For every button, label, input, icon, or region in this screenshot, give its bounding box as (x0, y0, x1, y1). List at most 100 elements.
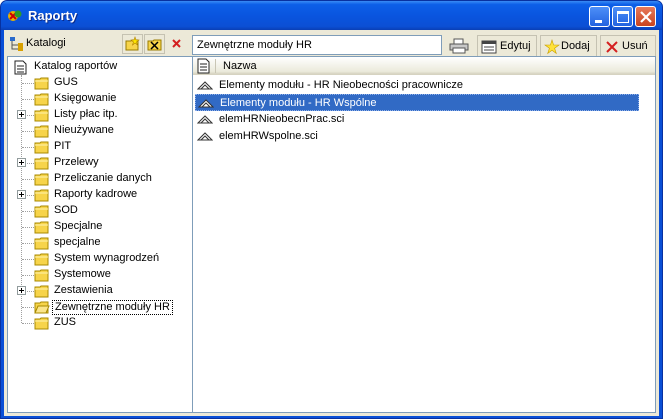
tree-item-label: Przeliczanie danych (54, 172, 152, 184)
tree-item-label: SOD (54, 204, 78, 216)
new-folder-icon (125, 36, 140, 51)
catalog-title: Katalogi (26, 37, 66, 49)
tree-item[interactable]: Zestawienia (8, 283, 188, 299)
folder-icon (34, 204, 50, 218)
tree-item-label: System wynagrodzeń (54, 252, 160, 264)
printer-icon (449, 38, 469, 54)
folder-icon (34, 188, 50, 202)
expand-icon[interactable] (17, 190, 26, 199)
tree-item-label: ZUS (54, 316, 76, 328)
title-bar[interactable]: Raporty (1, 1, 662, 30)
tree-item-label: GUS (54, 76, 78, 88)
edit-icon (481, 40, 497, 54)
folder-icon (34, 92, 50, 106)
delete-icon (606, 41, 618, 53)
catalog-tree[interactable]: Katalog raportów GUS Księgowanie Listy płac… (7, 56, 193, 413)
folder-icon (34, 284, 50, 298)
tree-item[interactable]: Systemowe (8, 267, 188, 283)
expand-icon[interactable] (17, 158, 26, 167)
tree-item-label: Specjalne (54, 220, 103, 232)
tree-item-label: Listy płac itp. (54, 108, 118, 120)
edit-label: Edytuj (500, 40, 531, 52)
tree-item[interactable]: Przelewy (8, 155, 188, 171)
column-separator (215, 59, 216, 73)
tree-item[interactable]: Nieużywane (8, 123, 188, 139)
tree-item[interactable]: Raporty kadrowe (8, 187, 188, 203)
expand-icon[interactable] (17, 110, 26, 119)
list-item[interactable]: Elementy modułu - HR Nieobecności pracow… (195, 77, 639, 94)
list-header[interactable]: Nazwa (193, 57, 655, 75)
folder-icon (34, 220, 50, 234)
tree-item[interactable]: SOD (8, 203, 188, 219)
catalog-toolbar: Katalogi (4, 33, 190, 55)
tree-item-label: Zewnętrzne moduły HR (52, 300, 173, 315)
tree-item[interactable]: specjalne (8, 235, 188, 251)
close-icon (640, 11, 652, 23)
tree-item[interactable]: Listy płac itp. (8, 107, 188, 123)
tree-root-label: Katalog raportów (34, 60, 118, 72)
minimize-icon (595, 20, 602, 23)
tree-item-label: Raporty kadrowe (54, 188, 138, 200)
catalog-path-field[interactable] (192, 35, 442, 55)
tree-item-label: specjalne (54, 236, 101, 248)
app-icon (8, 10, 22, 21)
tree-item-label: Nieużywane (54, 124, 114, 136)
delete-folder-icon (147, 39, 162, 51)
tree-item-label: Przelewy (54, 156, 99, 168)
folder-icon (34, 316, 50, 330)
raporty-window: Raporty Katalogi Katalog raportów GUS Ks… (0, 0, 663, 419)
delete-folder-button[interactable] (144, 34, 165, 54)
add-button[interactable]: Dodaj (540, 35, 597, 57)
tree-item-label: Systemowe (54, 268, 111, 280)
folder-icon (34, 140, 50, 154)
client-area: Katalogi Katalog raportów GUS Księgowani… (4, 30, 659, 416)
report-icon (197, 132, 213, 141)
tree-item[interactable]: PIT (8, 139, 188, 155)
column-header-name[interactable]: Nazwa (223, 60, 257, 72)
tree-item[interactable]: Zewnętrzne moduły HR (8, 299, 188, 315)
tree-item-label: Księgowanie (54, 92, 117, 104)
tree-item[interactable]: ZUS (8, 315, 188, 331)
new-folder-button[interactable] (122, 34, 143, 54)
report-list[interactable]: Nazwa Elementy modułu - HR Nieobecności … (192, 56, 656, 413)
document-icon (197, 58, 210, 74)
folder-icon (34, 156, 50, 170)
folder-icon (34, 236, 50, 250)
tree-item[interactable]: Przeliczanie danych (8, 171, 188, 187)
folder-icon (34, 124, 50, 138)
remove-button[interactable]: Usuń (600, 35, 656, 57)
close-icon (172, 39, 181, 48)
close-window-button[interactable] (635, 6, 656, 27)
report-icon (197, 115, 213, 124)
folder-icon (34, 76, 50, 90)
tree-item[interactable]: Księgowanie (8, 91, 188, 107)
list-item[interactable]: elemHRWspolne.sci (195, 128, 639, 145)
minimize-button[interactable] (589, 6, 610, 27)
tree-item[interactable]: GUS (8, 75, 188, 91)
print-button[interactable] (447, 36, 473, 56)
maximize-icon (617, 11, 629, 23)
list-item-label: Elementy modułu - HR Wspólne (220, 97, 377, 109)
tree-icon (10, 37, 23, 51)
folder-icon (34, 268, 50, 282)
expand-icon[interactable] (17, 286, 26, 295)
list-item-label: elemHRNieobecnPrac.sci (219, 113, 345, 125)
add-label: Dodaj (561, 40, 590, 52)
tree-item[interactable]: System wynagrodzeń (8, 251, 188, 267)
open-folder-icon (34, 300, 50, 314)
list-item[interactable]: Elementy modułu - HR Wspólne (195, 94, 639, 111)
document-icon (14, 60, 27, 75)
edit-button[interactable]: Edytuj (477, 35, 537, 57)
report-icon (197, 81, 213, 90)
report-icon (198, 99, 214, 108)
maximize-button[interactable] (612, 6, 633, 27)
tree-item-label: PIT (54, 140, 72, 152)
tree-item-label: Zestawienia (54, 284, 113, 296)
list-item[interactable]: elemHRNieobecnPrac.sci (195, 111, 639, 128)
folder-icon (34, 108, 50, 122)
folder-icon (34, 252, 50, 266)
close-panel-button[interactable] (167, 34, 187, 54)
tree-item[interactable]: Specjalne (8, 219, 188, 235)
folder-icon (34, 172, 50, 186)
window-title: Raporty (28, 8, 78, 23)
